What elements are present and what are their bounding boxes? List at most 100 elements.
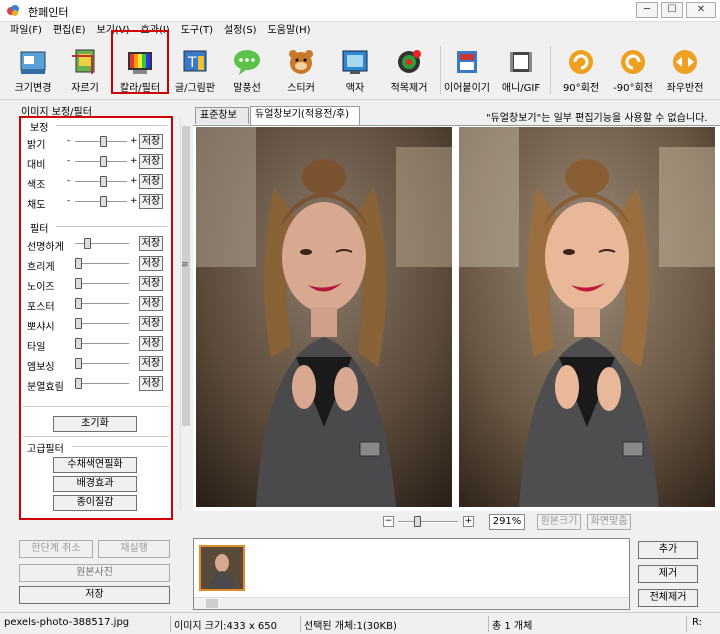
thumbnail-scrollbar[interactable]: [194, 597, 629, 609]
correction-save-button[interactable]: 저장: [139, 194, 163, 209]
menu-tools[interactable]: 도구(T): [181, 22, 213, 40]
redo-button[interactable]: 재실행: [98, 540, 170, 558]
scrollbar-thumb[interactable]: [182, 126, 190, 426]
filter-slider-thumb[interactable]: [75, 318, 82, 329]
maximize-button[interactable]: ☐: [661, 2, 683, 18]
zoom-out-button[interactable]: −: [383, 516, 394, 527]
rotate-right-button[interactable]: 90°회전: [556, 44, 606, 98]
rotate-left-button[interactable]: -90°회전: [608, 44, 658, 98]
correction-save-button[interactable]: 저장: [139, 174, 163, 189]
filter-save-button[interactable]: 저장: [139, 376, 163, 391]
filter-save-button[interactable]: 저장: [139, 276, 163, 291]
photo-before: [196, 127, 452, 507]
panel-scrollbar[interactable]: [180, 116, 191, 511]
divider: [170, 616, 171, 632]
correction-label: 색조: [27, 180, 46, 191]
fit-screen-button[interactable]: 화면맞춤: [587, 514, 631, 530]
redeye-button[interactable]: 적목제거: [384, 44, 434, 98]
close-button[interactable]: ✕: [686, 2, 716, 18]
sticker-button[interactable]: 스티커: [276, 44, 326, 98]
filter-slider-thumb[interactable]: [75, 258, 82, 269]
thumbnail-strip: [193, 538, 630, 610]
advanced-title: 고급필터: [27, 444, 64, 455]
filter-save-button[interactable]: 저장: [139, 316, 163, 331]
frame-button[interactable]: 액자: [330, 44, 380, 98]
filter-slider[interactable]: [75, 363, 129, 365]
divider: [56, 125, 168, 126]
filter-slider[interactable]: [75, 383, 129, 385]
filter-label: 포스터: [27, 302, 55, 313]
correction-slider-thumb[interactable]: [99, 176, 107, 187]
filter-slider-thumb[interactable]: [75, 298, 82, 309]
menu-edit[interactable]: 편집(E): [53, 22, 86, 40]
watercolor-button[interactable]: 수채색연필화: [53, 457, 137, 473]
correction-row: 색조 - + 저장: [27, 174, 167, 191]
filter-label: 타일: [27, 342, 46, 353]
filter-slider[interactable]: [75, 283, 129, 285]
splitter-grip-icon[interactable]: ≡: [181, 260, 189, 270]
save-button[interactable]: 저장: [19, 586, 170, 604]
filter-save-button[interactable]: 저장: [139, 336, 163, 351]
menu-settings[interactable]: 설정(S): [224, 22, 257, 40]
zoom-in-button[interactable]: +: [463, 516, 474, 527]
filter-slider[interactable]: [75, 323, 129, 325]
text-paint-button[interactable]: T 글/그림판: [170, 44, 220, 98]
correction-slider-thumb[interactable]: [99, 156, 107, 167]
tab-dual-view[interactable]: 듀얼창보기(적용전/후): [250, 106, 360, 125]
redeye-icon: [398, 50, 421, 73]
background-effect-button[interactable]: 배경효과: [53, 476, 137, 492]
add-button[interactable]: 추가: [638, 541, 698, 559]
correction-save-button[interactable]: 저장: [139, 134, 163, 149]
original-size-button[interactable]: 원본크기: [537, 514, 581, 530]
filter-save-button[interactable]: 저장: [139, 256, 163, 271]
correction-row: 대비 - + 저장: [27, 154, 167, 171]
reset-button[interactable]: 초기화: [53, 416, 137, 432]
menu-help[interactable]: 도움말(H): [268, 22, 311, 40]
filter-slider-thumb[interactable]: [75, 358, 82, 369]
correction-slider-thumb[interactable]: [99, 196, 107, 207]
flip-button[interactable]: 좌우반전: [660, 44, 710, 98]
filter-slider-thumb[interactable]: [75, 378, 82, 389]
toolbar: 크기변경 자르기 칼라/필터 T 글/그림판 말풍선 스티커 액자 적목제거 이…: [0, 40, 720, 100]
crop-icon: [72, 49, 95, 74]
filter-slider[interactable]: [75, 243, 129, 245]
paper-texture-button[interactable]: 종이질감: [53, 495, 137, 511]
correction-label: 대비: [27, 160, 46, 171]
join-button[interactable]: 이어붙이기: [442, 44, 492, 98]
filter-slider-thumb[interactable]: [84, 238, 92, 249]
minimize-button[interactable]: ─: [636, 2, 658, 18]
crop-button[interactable]: 자르기: [60, 44, 110, 98]
menu-file[interactable]: 파일(F): [10, 22, 42, 40]
undo-button[interactable]: 한단계 취소: [19, 540, 93, 558]
plus-icon: +: [130, 136, 138, 146]
speech-bubble-icon: [234, 50, 260, 75]
filter-save-button[interactable]: 저장: [139, 236, 163, 251]
zoom-level[interactable]: 291%: [489, 514, 525, 530]
filter-slider-thumb[interactable]: [75, 338, 82, 349]
speech-bubble-button[interactable]: 말풍선: [222, 44, 272, 98]
divider: [300, 616, 301, 632]
resize-button[interactable]: 크기변경: [8, 44, 58, 98]
zoom-slider[interactable]: [398, 521, 458, 523]
remove-button[interactable]: 제거: [638, 565, 698, 583]
plus-icon: +: [130, 196, 138, 206]
filter-slider[interactable]: [75, 343, 129, 345]
filter-slider[interactable]: [75, 263, 129, 265]
divider: [23, 406, 169, 407]
tab-standard-view[interactable]: 표준창보기: [195, 107, 249, 137]
correction-slider-thumb[interactable]: [99, 136, 107, 147]
divider: [23, 436, 169, 437]
thumbnail-item[interactable]: [199, 545, 245, 591]
zoom-slider-thumb[interactable]: [413, 516, 421, 527]
scrollbar-thumb[interactable]: [206, 599, 218, 608]
filter-slider-thumb[interactable]: [75, 278, 82, 289]
correction-label: 밝기: [27, 140, 46, 151]
gif-button[interactable]: 애니/GIF: [496, 44, 546, 98]
status-image-size: 이미지 크기:433 x 650: [174, 621, 277, 632]
filter-slider[interactable]: [75, 303, 129, 305]
original-photo-button[interactable]: 원본사진: [19, 564, 170, 582]
filter-save-button[interactable]: 저장: [139, 296, 163, 311]
remove-all-button[interactable]: 전체제거: [638, 589, 698, 607]
correction-save-button[interactable]: 저장: [139, 154, 163, 169]
filter-save-button[interactable]: 저장: [139, 356, 163, 371]
